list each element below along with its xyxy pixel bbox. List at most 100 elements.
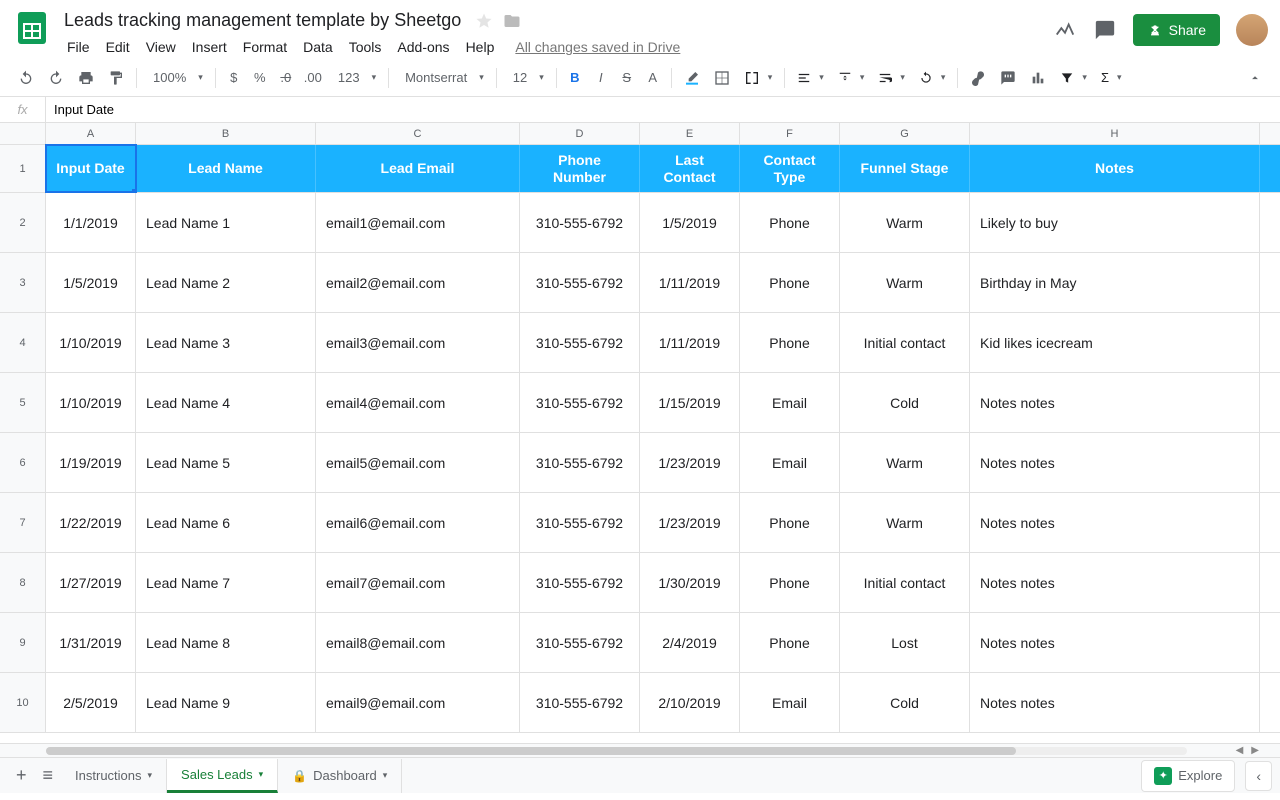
cell[interactable]: Kid likes icecream <box>970 313 1260 372</box>
cell[interactable]: email6@email.com <box>316 493 520 552</box>
cell[interactable]: Notes notes <box>970 493 1260 552</box>
merge-cells-button[interactable] <box>738 66 779 90</box>
bold-button[interactable]: B <box>563 65 587 91</box>
horizontal-scrollbar[interactable]: ◀▶ <box>0 743 1280 757</box>
cell[interactable]: email8@email.com <box>316 613 520 672</box>
menu-data[interactable]: Data <box>296 35 340 59</box>
cell[interactable]: Lead Name 2 <box>136 253 316 312</box>
cell[interactable]: 310-555-6792 <box>520 193 640 252</box>
col-header-A[interactable]: A <box>46 123 136 144</box>
text-color-button[interactable]: A <box>641 65 665 91</box>
cell[interactable]: 1/15/2019 <box>640 373 740 432</box>
cell[interactable]: Lost <box>840 613 970 672</box>
cell[interactable]: email5@email.com <box>316 433 520 492</box>
col-header-D[interactable]: D <box>520 123 640 144</box>
cell[interactable]: email7@email.com <box>316 553 520 612</box>
cell[interactable]: 310-555-6792 <box>520 373 640 432</box>
cell[interactable]: 1/10/2019 <box>46 313 136 372</box>
saved-status[interactable]: All changes saved in Drive <box>515 39 680 55</box>
cell[interactable]: 310-555-6792 <box>520 553 640 612</box>
row-header-6[interactable]: 6 <box>0 433 45 493</box>
cell[interactable]: 310-555-6792 <box>520 493 640 552</box>
user-avatar[interactable] <box>1236 14 1268 46</box>
activity-icon[interactable] <box>1053 18 1077 42</box>
cell[interactable]: Email <box>740 673 840 732</box>
print-button[interactable] <box>72 65 100 91</box>
cell[interactable]: Notes notes <box>970 613 1260 672</box>
percent-format-button[interactable]: % <box>248 65 272 91</box>
explore-button[interactable]: ✦ Explore <box>1141 760 1235 792</box>
font-size-select[interactable]: 12 <box>503 66 550 89</box>
star-icon[interactable] <box>475 12 493 30</box>
italic-button[interactable]: I <box>589 65 613 91</box>
cell[interactable]: Cold <box>840 373 970 432</box>
zoom-select[interactable]: 100% <box>143 66 209 89</box>
dec-decimal-button[interactable]: .0 <box>274 65 298 91</box>
cell[interactable]: email1@email.com <box>316 193 520 252</box>
strikethrough-button[interactable]: S <box>615 65 639 91</box>
cell[interactable]: Phone <box>740 313 840 372</box>
tab-menu-icon[interactable]: ▾ <box>259 769 264 780</box>
row-header-1[interactable]: 1 <box>0 145 45 193</box>
side-panel-toggle[interactable]: ‹ <box>1245 761 1272 791</box>
cell[interactable]: Lead Name 1 <box>136 193 316 252</box>
cell[interactable]: 1/1/2019 <box>46 193 136 252</box>
currency-format-button[interactable]: $ <box>222 65 246 91</box>
sheets-logo[interactable] <box>12 8 52 48</box>
cell[interactable]: Notes notes <box>970 673 1260 732</box>
row-header-5[interactable]: 5 <box>0 373 45 433</box>
tab-menu-icon[interactable]: ▾ <box>383 770 388 781</box>
cell[interactable]: 1/22/2019 <box>46 493 136 552</box>
cell[interactable]: 1/23/2019 <box>640 493 740 552</box>
cell[interactable]: Warm <box>840 253 970 312</box>
row-header-3[interactable]: 3 <box>0 253 45 313</box>
cell[interactable]: email4@email.com <box>316 373 520 432</box>
cell[interactable]: 2/5/2019 <box>46 673 136 732</box>
cell[interactable]: email3@email.com <box>316 313 520 372</box>
col-header-F[interactable]: F <box>740 123 840 144</box>
menu-insert[interactable]: Insert <box>185 35 234 59</box>
cell[interactable]: 1/23/2019 <box>640 433 740 492</box>
cell[interactable]: 1/27/2019 <box>46 553 136 612</box>
col-header-E[interactable]: E <box>640 123 740 144</box>
row-header-9[interactable]: 9 <box>0 613 45 673</box>
menu-file[interactable]: File <box>60 35 97 59</box>
cell[interactable]: Likely to buy <box>970 193 1260 252</box>
cell[interactable]: 310-555-6792 <box>520 613 640 672</box>
header-cell[interactable]: Input Date <box>46 145 136 192</box>
doc-title[interactable]: Leads tracking management template by Sh… <box>60 8 465 33</box>
cell[interactable]: Phone <box>740 553 840 612</box>
sheet-tab-instructions[interactable]: Instructions▾ <box>61 759 167 793</box>
comment-button[interactable] <box>994 65 1022 91</box>
chart-button[interactable] <box>1024 65 1052 91</box>
filter-button[interactable] <box>1054 67 1093 89</box>
cell[interactable]: Lead Name 6 <box>136 493 316 552</box>
cell[interactable]: Phone <box>740 193 840 252</box>
menu-edit[interactable]: Edit <box>99 35 137 59</box>
cell[interactable]: Warm <box>840 433 970 492</box>
cell[interactable]: 1/11/2019 <box>640 253 740 312</box>
header-cell[interactable]: Funnel Stage <box>840 145 970 192</box>
rotate-button[interactable] <box>913 67 952 89</box>
functions-button[interactable]: Σ <box>1095 66 1128 89</box>
cell[interactable]: email2@email.com <box>316 253 520 312</box>
cell[interactable]: 1/19/2019 <box>46 433 136 492</box>
cell[interactable]: Notes notes <box>970 373 1260 432</box>
cell[interactable]: 1/31/2019 <box>46 613 136 672</box>
cell[interactable]: 310-555-6792 <box>520 673 640 732</box>
row-header-10[interactable]: 10 <box>0 673 45 733</box>
tab-menu-icon[interactable]: ▾ <box>148 770 153 781</box>
header-cell[interactable]: Lead Email <box>316 145 520 192</box>
cell[interactable]: 1/30/2019 <box>640 553 740 612</box>
cell[interactable]: Birthday in May <box>970 253 1260 312</box>
cell[interactable]: Phone <box>740 613 840 672</box>
move-folder-icon[interactable] <box>503 12 521 30</box>
sheet-tab-sales-leads[interactable]: Sales Leads▾ <box>167 759 278 793</box>
formula-input[interactable] <box>46 97 1280 122</box>
header-cell[interactable]: Last Contact <box>640 145 740 192</box>
halign-button[interactable] <box>791 67 830 89</box>
header-cell[interactable]: Lead Name <box>136 145 316 192</box>
cell[interactable]: Phone <box>740 493 840 552</box>
cell[interactable]: Phone <box>740 253 840 312</box>
wrap-button[interactable] <box>872 67 911 89</box>
